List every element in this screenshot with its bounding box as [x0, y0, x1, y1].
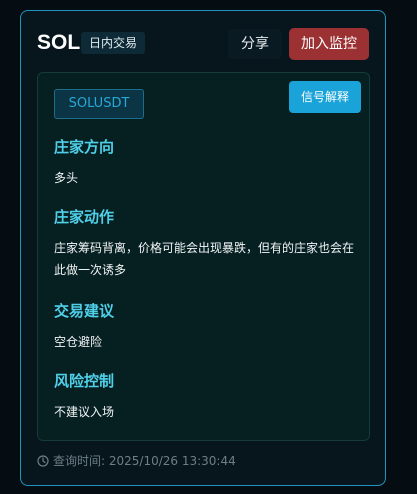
section-text-action: 庄家筹码背离，价格可能会出现暴跌，但有的庄家也会在此做一次诱多: [54, 241, 355, 277]
query-time-text: 查询时间: 2025/10/26 13:30:44: [53, 454, 236, 468]
add-monitor-button[interactable]: 加入监控: [289, 28, 369, 60]
query-time-footer: 查询时间: 2025/10/26 13:30:44: [37, 453, 236, 469]
section-title-action: 庄家动作: [54, 208, 115, 226]
trading-pair-tag: SOLUSDT: [54, 89, 144, 119]
clock-icon: [37, 455, 49, 467]
section-text-risk: 不建议入场: [54, 405, 115, 419]
coin-symbol: SOL: [37, 31, 81, 54]
section-text-advice: 空仓避险: [54, 335, 103, 349]
section-title-direction: 庄家方向: [54, 138, 115, 156]
signal-panel: SOLUSDT 信号解释 庄家方向 多头 庄家动作 庄家筹码背离，价格可能会出现…: [37, 72, 370, 441]
section-text-direction: 多头: [54, 171, 79, 185]
signal-card: SOL 日内交易 分享 加入监控 SOLUSDT 信号解释 庄家方向 多头 庄家…: [20, 10, 386, 486]
section-title-risk: 风险控制: [54, 372, 115, 390]
trade-type-badge: 日内交易: [81, 32, 146, 54]
share-button[interactable]: 分享: [228, 29, 282, 59]
card-header: SOL 日内交易 分享 加入监控: [21, 11, 385, 73]
section-title-advice: 交易建议: [54, 302, 115, 320]
signal-explain-button[interactable]: 信号解释: [289, 81, 361, 113]
